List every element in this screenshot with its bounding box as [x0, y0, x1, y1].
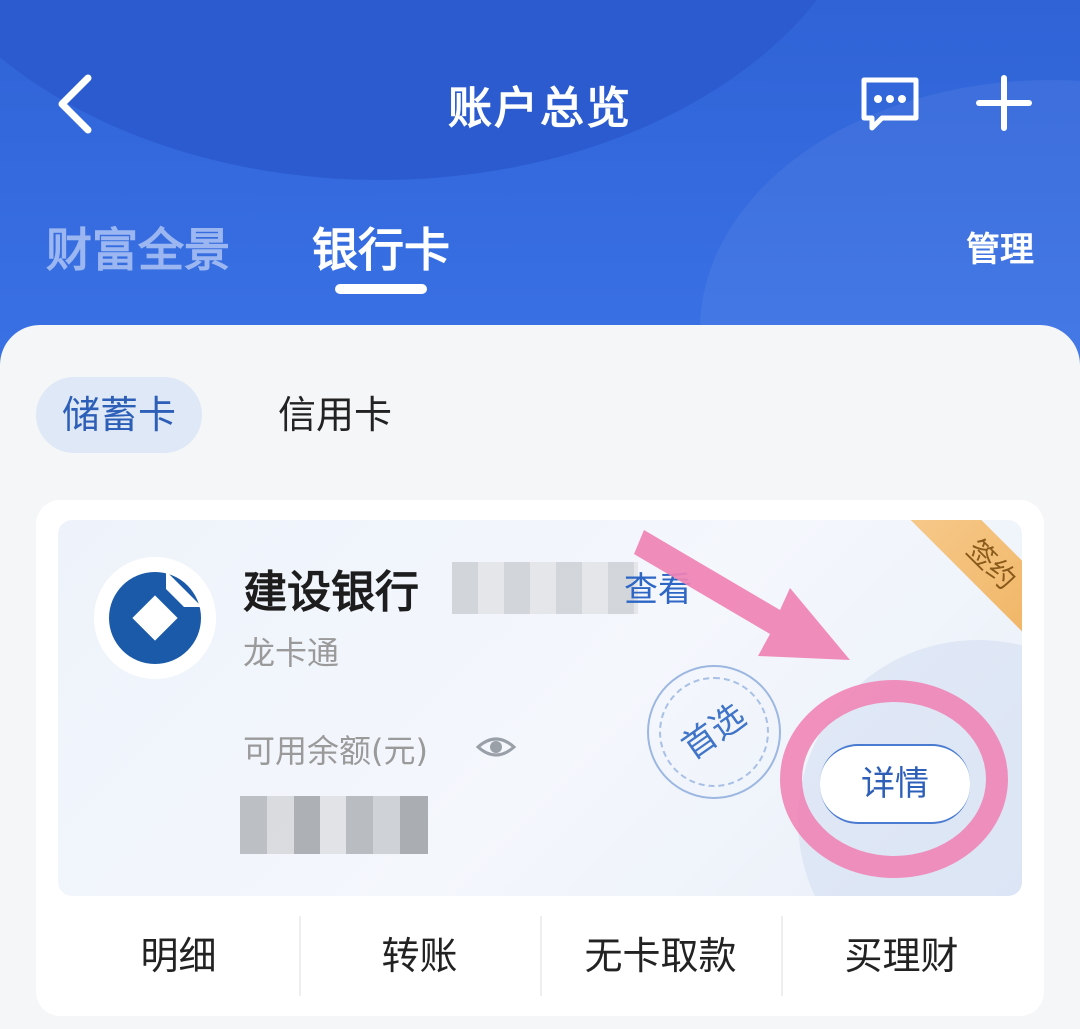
filter-credit-card[interactable]: 信用卡	[270, 377, 400, 453]
tab-bank-card[interactable]: 银行卡	[312, 214, 450, 280]
action-transfer[interactable]: 转账	[299, 910, 540, 1002]
action-buy-wealth-product[interactable]: 买理财	[781, 910, 1022, 1002]
card-number-mask	[452, 562, 638, 614]
eye-icon[interactable]	[476, 731, 516, 763]
active-tab-indicator	[335, 284, 427, 294]
plus-icon[interactable]	[972, 70, 1036, 134]
manage-button[interactable]: 管理	[966, 222, 1034, 271]
balance-label: 可用余额(元)	[243, 732, 428, 770]
action-statement[interactable]: 明细	[58, 910, 299, 1002]
filter-debit-card[interactable]: 储蓄卡	[36, 377, 202, 453]
tab-wealth-overview[interactable]: 财富全景	[46, 214, 230, 280]
card-type: 龙卡通	[243, 634, 340, 672]
card-actions: 明细 转账 无卡取款 买理财	[58, 910, 1022, 1002]
message-icon[interactable]	[858, 72, 922, 136]
ccb-logo-icon	[94, 557, 216, 679]
header	[0, 0, 1080, 380]
view-card-number-link[interactable]: 查看	[624, 562, 692, 611]
preferred-stamp: 首选	[647, 665, 781, 799]
bank-name: 建设银行	[243, 567, 419, 618]
balance-mask	[240, 796, 428, 854]
action-cardless-withdrawal[interactable]: 无卡取款	[540, 910, 781, 1002]
details-button[interactable]: 详情	[820, 744, 970, 824]
